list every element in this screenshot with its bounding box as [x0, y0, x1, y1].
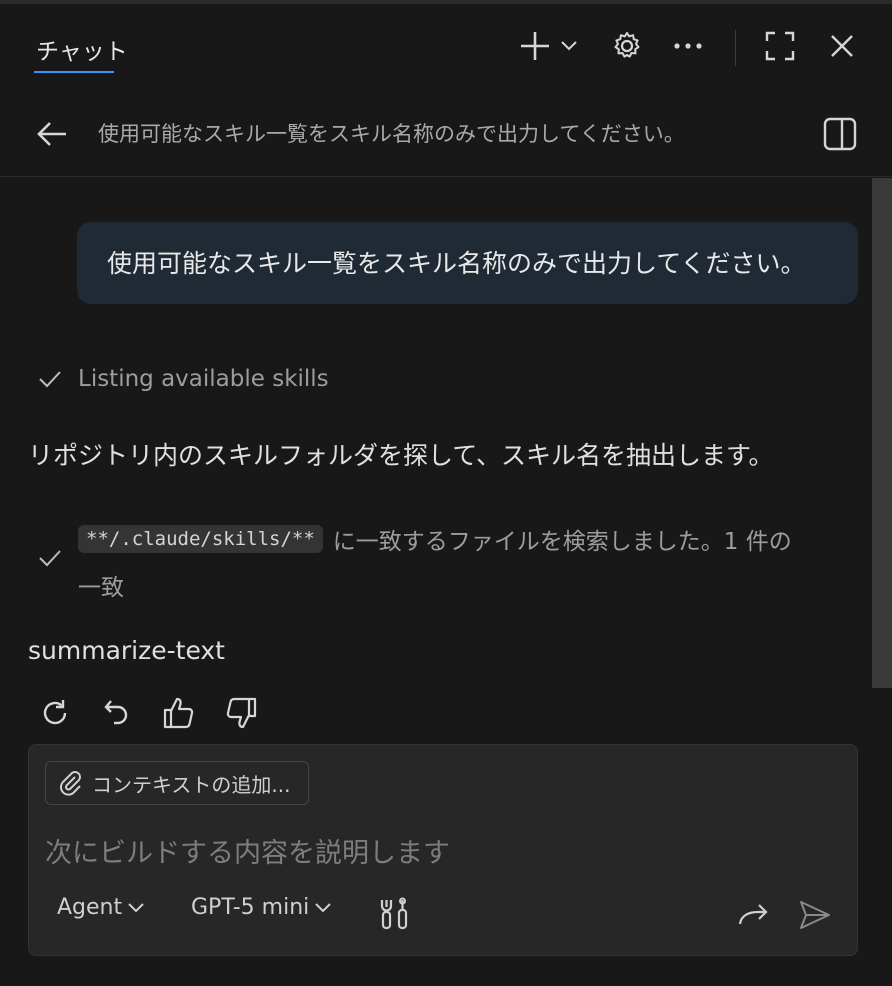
add-context-label: コンテキストの追加... [92, 772, 291, 797]
gear-icon [614, 32, 640, 58]
model-dropdown[interactable]: GPT-5 mini [191, 895, 331, 920]
skill-name: summarize-text [28, 636, 225, 665]
tab-active-indicator [34, 71, 114, 73]
mode-label: Agent [57, 895, 123, 920]
delegate-button[interactable] [735, 897, 771, 933]
ellipsis-icon [674, 43, 702, 49]
thumbs-down-button[interactable] [222, 694, 260, 732]
thumbs-up-button[interactable] [160, 694, 198, 732]
chat-input-box: コンテキストの追加... 次にビルドする内容を説明します Agent GPT-5… [28, 744, 858, 956]
mode-dropdown[interactable]: Agent [57, 895, 144, 920]
close-button[interactable] [822, 26, 862, 66]
status-step: Listing available skills [38, 366, 329, 392]
undo-icon [104, 700, 128, 725]
chat-title: 使用可能なスキル一覧をスキル名称のみで出力してください。 [98, 122, 685, 146]
search-result-text: に一致するファイルを検索しました。1 件の [332, 529, 792, 555]
search-pattern-chip[interactable]: **/.claude/skills/** [78, 525, 323, 553]
back-arrow-icon [37, 122, 66, 146]
retry-button[interactable] [36, 694, 74, 732]
thumbs-down-icon [226, 697, 257, 729]
forward-arrow-icon [738, 904, 768, 925]
model-label: GPT-5 mini [191, 895, 310, 920]
tools-icon [380, 897, 408, 930]
new-chat-button[interactable] [515, 26, 555, 66]
response-text: リポジトリ内のスキルフォルダを探して、スキル名を抽出します。 [28, 441, 774, 470]
header-separator [735, 30, 736, 66]
chevron-down-icon [561, 41, 577, 51]
close-icon [831, 35, 853, 57]
maximize-icon [765, 31, 795, 61]
retry-icon [43, 700, 67, 725]
chat-title-bar: 使用可能なスキル一覧をスキル名称のみで出力してください。 [0, 88, 892, 177]
user-message: 使用可能なスキル一覧をスキル名称のみで出力してください。 [77, 222, 858, 304]
send-icon [800, 901, 830, 929]
send-button[interactable] [795, 895, 835, 935]
status-step-text: Listing available skills [78, 366, 329, 392]
response-actions [36, 694, 284, 732]
add-context-button[interactable]: コンテキストの追加... [45, 761, 309, 805]
plus-icon [521, 32, 549, 60]
panel-toggle-icon [823, 117, 857, 151]
tab-chat[interactable]: チャット [36, 32, 128, 66]
back-button[interactable] [30, 112, 74, 156]
tools-button[interactable] [377, 895, 413, 931]
maximize-button[interactable] [760, 26, 800, 66]
check-icon [39, 371, 61, 388]
chevron-down-icon [315, 902, 331, 912]
new-chat-dropdown-button[interactable] [554, 26, 584, 66]
settings-button[interactable] [607, 26, 647, 66]
scrollbar-thumb[interactable] [872, 178, 892, 688]
thumbs-up-icon [163, 697, 194, 729]
chat-header: チャット [0, 4, 892, 88]
chevron-down-icon [128, 902, 144, 912]
undo-button[interactable] [98, 694, 136, 732]
more-actions-button[interactable] [668, 26, 708, 66]
paperclip-icon [60, 771, 81, 796]
chat-input[interactable]: 次にビルドする内容を説明します [45, 831, 450, 870]
check-icon [39, 550, 61, 567]
search-result-text-continued: 一致 [78, 575, 124, 601]
toggle-panel-button[interactable] [818, 112, 862, 156]
